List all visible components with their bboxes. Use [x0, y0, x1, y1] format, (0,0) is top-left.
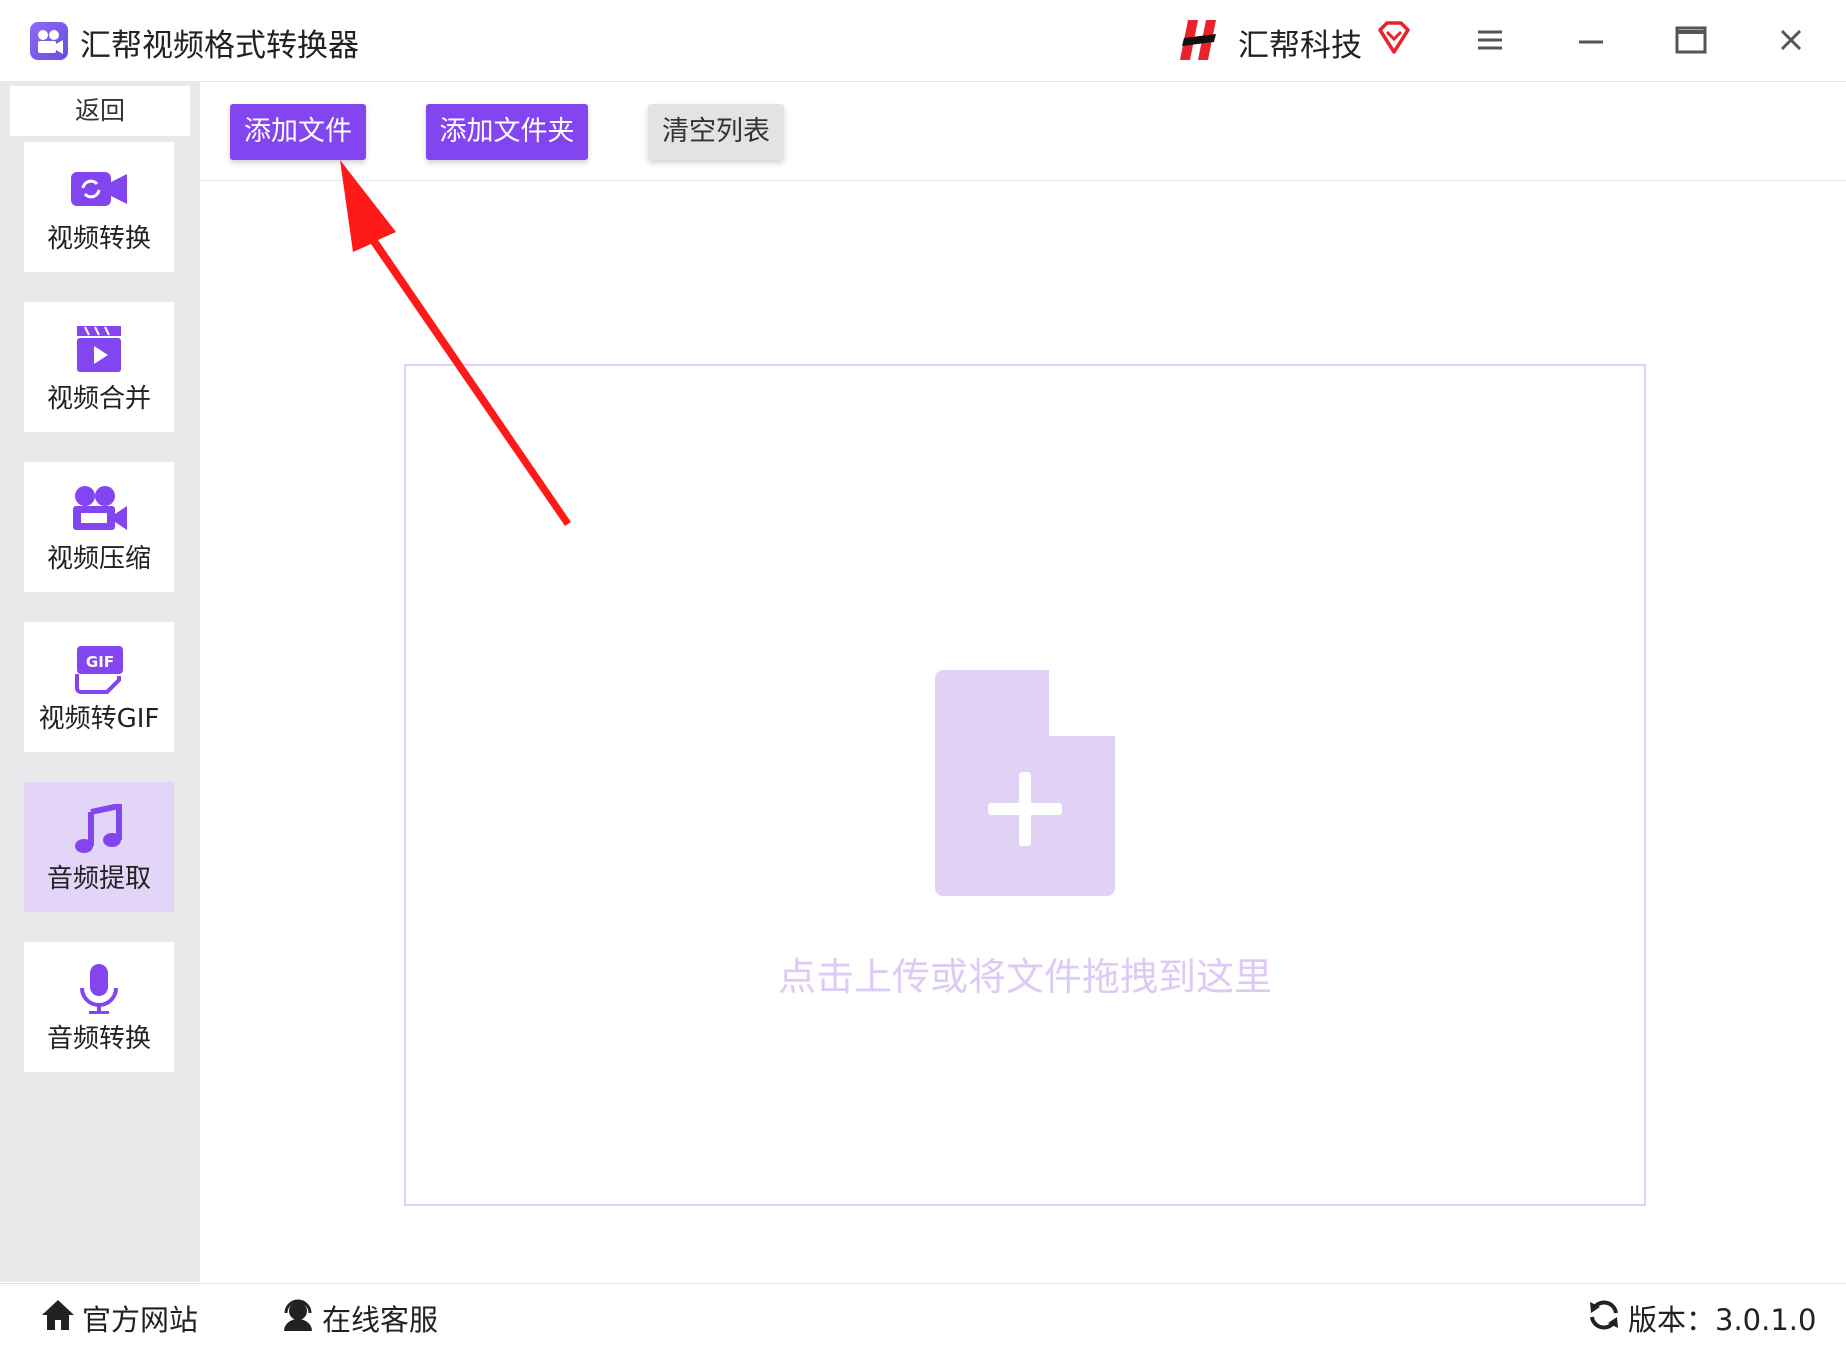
- svg-text:GIF: GIF: [86, 653, 114, 671]
- sidebar-item-audio-convert[interactable]: 音频转换: [24, 942, 174, 1072]
- sidebar-item-label: 音频提取: [46, 864, 151, 894]
- clear-list-button[interactable]: 清空列表: [648, 104, 784, 160]
- status-bar: 官方网站 在线客服 版本：3.0.1.0: [0, 1283, 1846, 1353]
- video-merge-icon: [69, 324, 129, 374]
- add-folder-button[interactable]: 添加文件夹: [426, 104, 588, 160]
- sidebar-item-video-convert[interactable]: 视频转换: [24, 142, 174, 272]
- app-title: 汇帮视频格式转换器: [80, 28, 359, 64]
- sidebar-item-label: 视频合并: [46, 384, 151, 414]
- online-support-label: 在线客服: [322, 1303, 439, 1337]
- brand-name: 汇帮科技: [1238, 28, 1362, 64]
- sidebar-item-label: 音频转换: [46, 1024, 151, 1054]
- sidebar-item-label: 视频压缩: [46, 544, 151, 574]
- brand-logo-icon: [1176, 16, 1224, 64]
- refresh-icon: [1586, 1297, 1622, 1340]
- online-support-link[interactable]: 在线客服: [280, 1298, 438, 1338]
- maximize-icon[interactable]: [1671, 20, 1711, 60]
- home-icon: [40, 1297, 76, 1340]
- video-convert-icon: [69, 164, 129, 214]
- video-compress-icon: [69, 484, 129, 534]
- app-logo-icon: [30, 22, 68, 60]
- version-info[interactable]: 版本：3.0.1.0: [1586, 1298, 1816, 1338]
- add-file-icon[interactable]: [935, 670, 1115, 896]
- close-icon[interactable]: [1771, 20, 1811, 60]
- minimize-icon[interactable]: [1571, 20, 1611, 60]
- official-website-label: 官方网站: [82, 1303, 199, 1337]
- official-website-link[interactable]: 官方网站: [40, 1298, 198, 1338]
- gif-icon: GIF: [69, 644, 129, 694]
- sidebar-item-video-compress[interactable]: 视频压缩: [24, 462, 174, 592]
- toolbar: 添加文件 添加文件夹 清空列表: [200, 82, 1846, 181]
- file-drop-zone[interactable]: 点击上传或将文件拖拽到这里: [404, 364, 1646, 1206]
- title-bar: 汇帮视频格式转换器 汇帮科技: [0, 0, 1846, 82]
- vip-diamond-icon[interactable]: [1376, 20, 1412, 56]
- sidebar-item-label: 视频转换: [46, 224, 151, 254]
- sidebar-item-label: 视频转GIF: [38, 704, 160, 734]
- drop-zone-hint: 点击上传或将文件拖拽到这里: [777, 955, 1272, 999]
- add-file-button[interactable]: 添加文件: [230, 104, 366, 160]
- sidebar-item-video-to-gif[interactable]: GIF 视频转GIF: [24, 622, 174, 752]
- menu-icon[interactable]: [1470, 20, 1510, 60]
- sidebar-item-audio-extract[interactable]: 音频提取: [24, 782, 174, 912]
- microphone-icon: [69, 964, 129, 1015]
- sidebar-item-video-merge[interactable]: 视频合并: [24, 302, 174, 432]
- music-note-icon: [69, 802, 129, 854]
- sidebar: 返回 视频转换 视频合并 视频压缩 GIF 视频转GIF 音频提取 音频转换: [0, 82, 200, 1282]
- version-label: 版本：3.0.1.0: [1628, 1303, 1817, 1337]
- customer-service-icon: [280, 1297, 316, 1340]
- back-button[interactable]: 返回: [10, 86, 190, 136]
